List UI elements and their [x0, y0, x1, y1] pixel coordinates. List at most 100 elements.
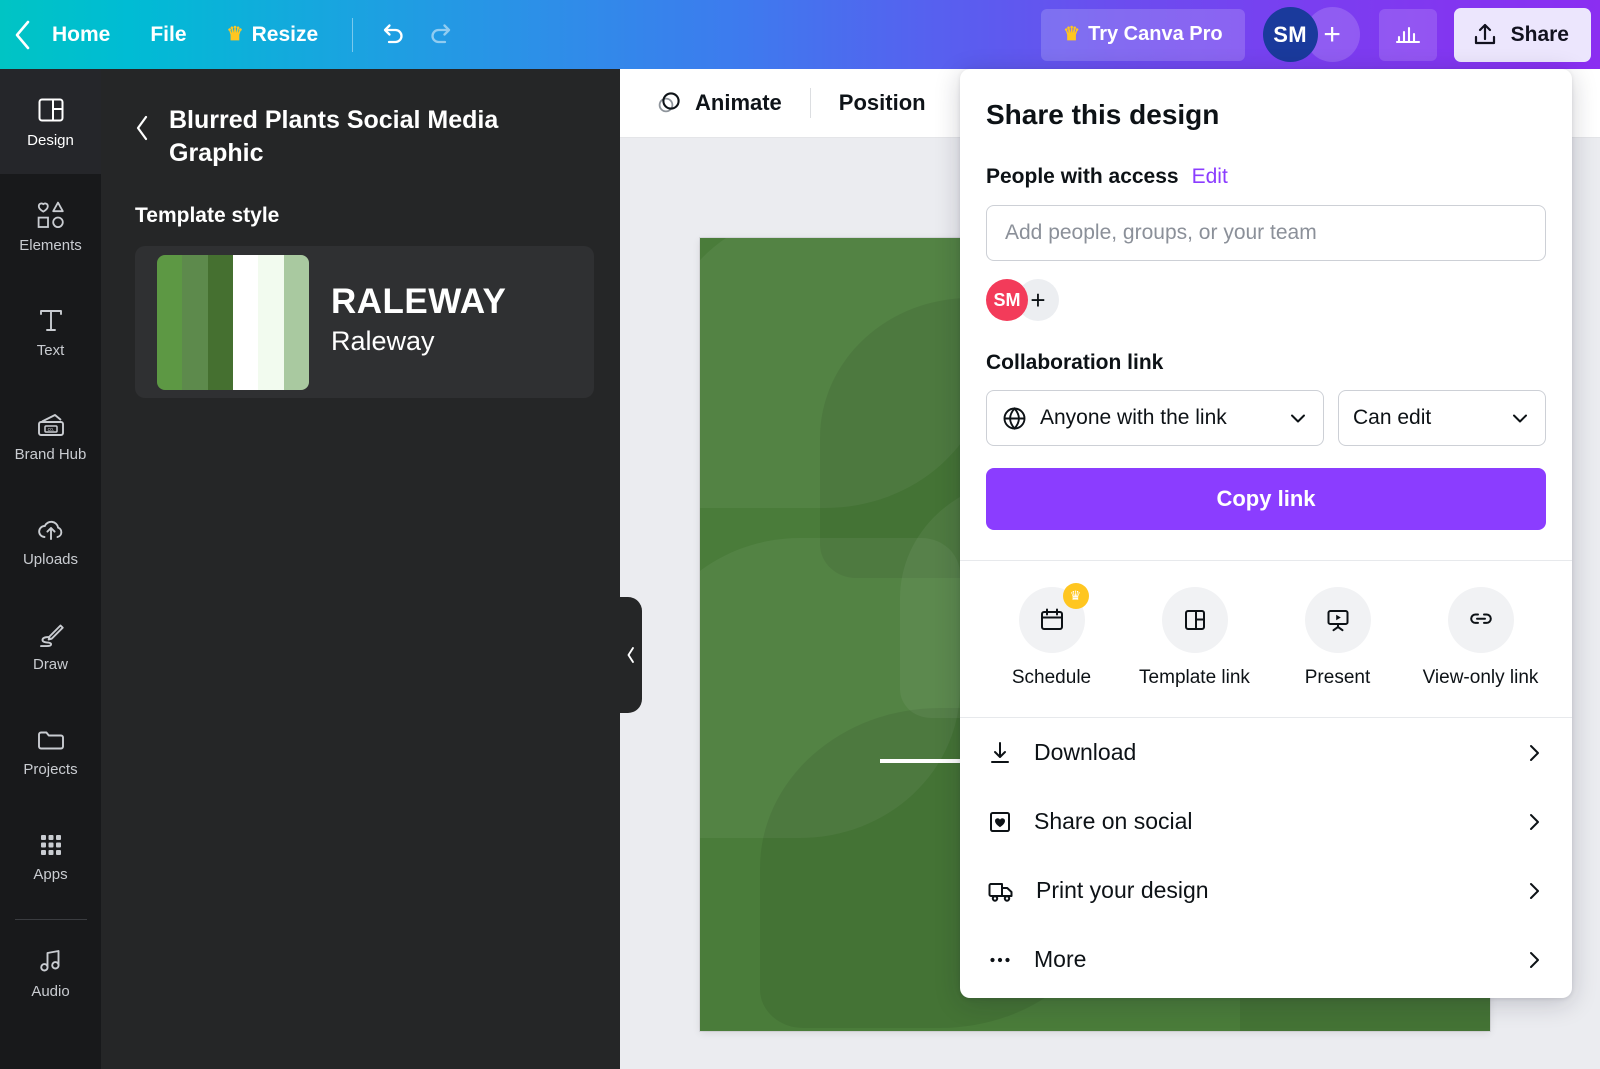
swatch	[207, 254, 233, 390]
avatar[interactable]: SM	[1262, 7, 1318, 62]
swatch	[258, 254, 284, 390]
chevron-right-icon	[1522, 810, 1546, 834]
sidebar-item-design[interactable]: Design	[0, 69, 101, 174]
try-canva-pro-button[interactable]: ♛ Try Canva Pro	[1041, 8, 1245, 61]
font-preview: RALEWAY Raleway	[331, 281, 507, 361]
animate-button[interactable]: Animate	[638, 79, 798, 127]
font-heading-preview: RALEWAY	[331, 281, 507, 321]
collaborator-avatars: SM +	[1262, 7, 1360, 62]
people-with-access-row: People with access Edit	[960, 131, 1572, 189]
music-note-icon	[36, 946, 66, 976]
swatch	[232, 254, 259, 390]
home-button[interactable]: Home	[46, 13, 130, 57]
position-button[interactable]: Position	[823, 79, 942, 127]
folder-icon	[35, 726, 67, 754]
quick-action-schedule[interactable]: ♛ Schedule	[980, 583, 1123, 689]
copy-link-label: Copy link	[1216, 486, 1316, 511]
crown-icon: ♛	[1062, 583, 1089, 609]
menu-item-label: Print your design	[1036, 877, 1209, 903]
crown-icon: ♛	[226, 24, 244, 45]
sidebar-item-uploads[interactable]: Uploads	[0, 489, 101, 594]
people-avatars: SM +	[960, 261, 1572, 321]
menu-item-download[interactable]: Download	[986, 718, 1546, 787]
canva-editor-window: Home File ♛ Resize ♛ Try Canva Pro SM + …	[0, 0, 1600, 1069]
share-label: Share	[1510, 22, 1569, 46]
quick-action-view-only-link[interactable]: View-only link	[1409, 587, 1552, 689]
menu-item-label: More	[1034, 946, 1087, 972]
crown-icon: ♛	[1063, 24, 1081, 45]
present-play-icon	[1304, 587, 1371, 653]
insights-button[interactable]	[1378, 8, 1437, 61]
header-divider	[352, 17, 354, 52]
menu-item-share-on-social[interactable]: Share on social	[986, 787, 1546, 856]
toolbar-divider	[809, 88, 811, 118]
share-button[interactable]: Share	[1453, 7, 1591, 62]
quick-actions-row: ♛ Schedule Template link Present View-on…	[960, 561, 1572, 689]
sidebar-item-audio[interactable]: Audio	[0, 920, 101, 1025]
quick-action-label: Template link	[1139, 667, 1250, 688]
swatch	[283, 254, 309, 390]
sidebar-item-brand-hub[interactable]: co. Brand Hub	[0, 384, 101, 489]
avatar[interactable]: SM	[986, 279, 1028, 321]
download-icon	[986, 739, 1014, 767]
template-style-card[interactable]: RALEWAY Raleway	[135, 246, 594, 398]
quick-action-template-link[interactable]: Template link	[1123, 587, 1266, 689]
link-scope-select[interactable]: Anyone with the link	[986, 390, 1324, 446]
quick-action-label: Schedule	[1011, 667, 1092, 688]
text-t-icon	[37, 305, 65, 335]
avatar-initials: SM	[1273, 21, 1308, 47]
swatch	[157, 254, 183, 390]
resize-button[interactable]: ♛ Resize	[207, 13, 339, 57]
ellipsis-icon	[986, 946, 1014, 974]
svg-text:co.: co.	[47, 427, 54, 433]
sidebar-item-draw[interactable]: Draw	[0, 594, 101, 699]
left-sidebar-rail: Design Elements Text co. Brand Hub Uploa…	[0, 69, 101, 1069]
truck-icon	[986, 877, 1016, 905]
chevron-right-icon	[1522, 948, 1546, 972]
sidebar-item-elements[interactable]: Elements	[0, 174, 101, 279]
sidebar-item-label: Draw	[32, 656, 68, 673]
sidebar-item-text[interactable]: Text	[0, 279, 101, 384]
quick-action-present[interactable]: Present	[1266, 587, 1409, 689]
panel-header: Blurred Plants Social Media Graphic	[101, 69, 620, 170]
sidebar-item-label: Design	[27, 132, 74, 149]
animate-circles-icon	[654, 88, 684, 118]
try-canva-pro-label: Try Canva Pro	[1088, 23, 1223, 45]
header-left-group: Home File ♛ Resize	[0, 0, 467, 69]
top-header-bar: Home File ♛ Resize ♛ Try Canva Pro SM + …	[0, 0, 1600, 69]
pen-draw-icon	[35, 621, 67, 649]
quick-action-label: Present	[1304, 667, 1371, 688]
link-permission-select[interactable]: Can edit	[1338, 390, 1546, 446]
sidebar-item-projects[interactable]: Projects	[0, 699, 101, 804]
link-chain-icon	[1447, 587, 1514, 653]
chevron-right-icon	[1522, 879, 1546, 903]
add-people-input[interactable]: Add people, groups, or your team	[986, 205, 1546, 261]
edit-access-link[interactable]: Edit	[1192, 165, 1228, 189]
chevron-down-icon	[1509, 407, 1531, 429]
swatch	[182, 254, 208, 390]
avatar-initials: SM	[993, 289, 1021, 310]
resize-label: Resize	[251, 22, 319, 46]
cloud-upload-icon	[35, 516, 67, 544]
position-label: Position	[838, 90, 926, 115]
header-right-group: ♛ Try Canva Pro SM + Share	[1041, 0, 1600, 69]
undo-button[interactable]	[367, 10, 417, 60]
file-menu-button[interactable]: File	[130, 13, 206, 57]
panel-back-chevron-icon[interactable]	[127, 102, 157, 154]
animate-label: Animate	[695, 90, 782, 115]
menu-item-print-your-design[interactable]: Print your design	[986, 856, 1546, 925]
menu-item-more[interactable]: More	[986, 925, 1546, 994]
panel-collapse-handle[interactable]	[620, 597, 642, 713]
social-heart-icon	[986, 808, 1014, 836]
font-body-preview: Raleway	[331, 326, 435, 357]
redo-button[interactable]	[417, 10, 467, 60]
back-chevron-icon[interactable]	[0, 0, 44, 69]
sidebar-item-apps[interactable]: Apps	[0, 804, 101, 909]
shapes-icon	[35, 200, 67, 230]
share-menu-list: Download Share on social Print your desi…	[960, 718, 1572, 994]
menu-item-label: Share on social	[1034, 808, 1193, 834]
copy-link-button[interactable]: Copy link	[986, 468, 1546, 530]
file-label: File	[150, 22, 187, 46]
menu-item-label: Download	[1034, 739, 1137, 765]
sidebar-item-label: Text	[36, 342, 65, 359]
